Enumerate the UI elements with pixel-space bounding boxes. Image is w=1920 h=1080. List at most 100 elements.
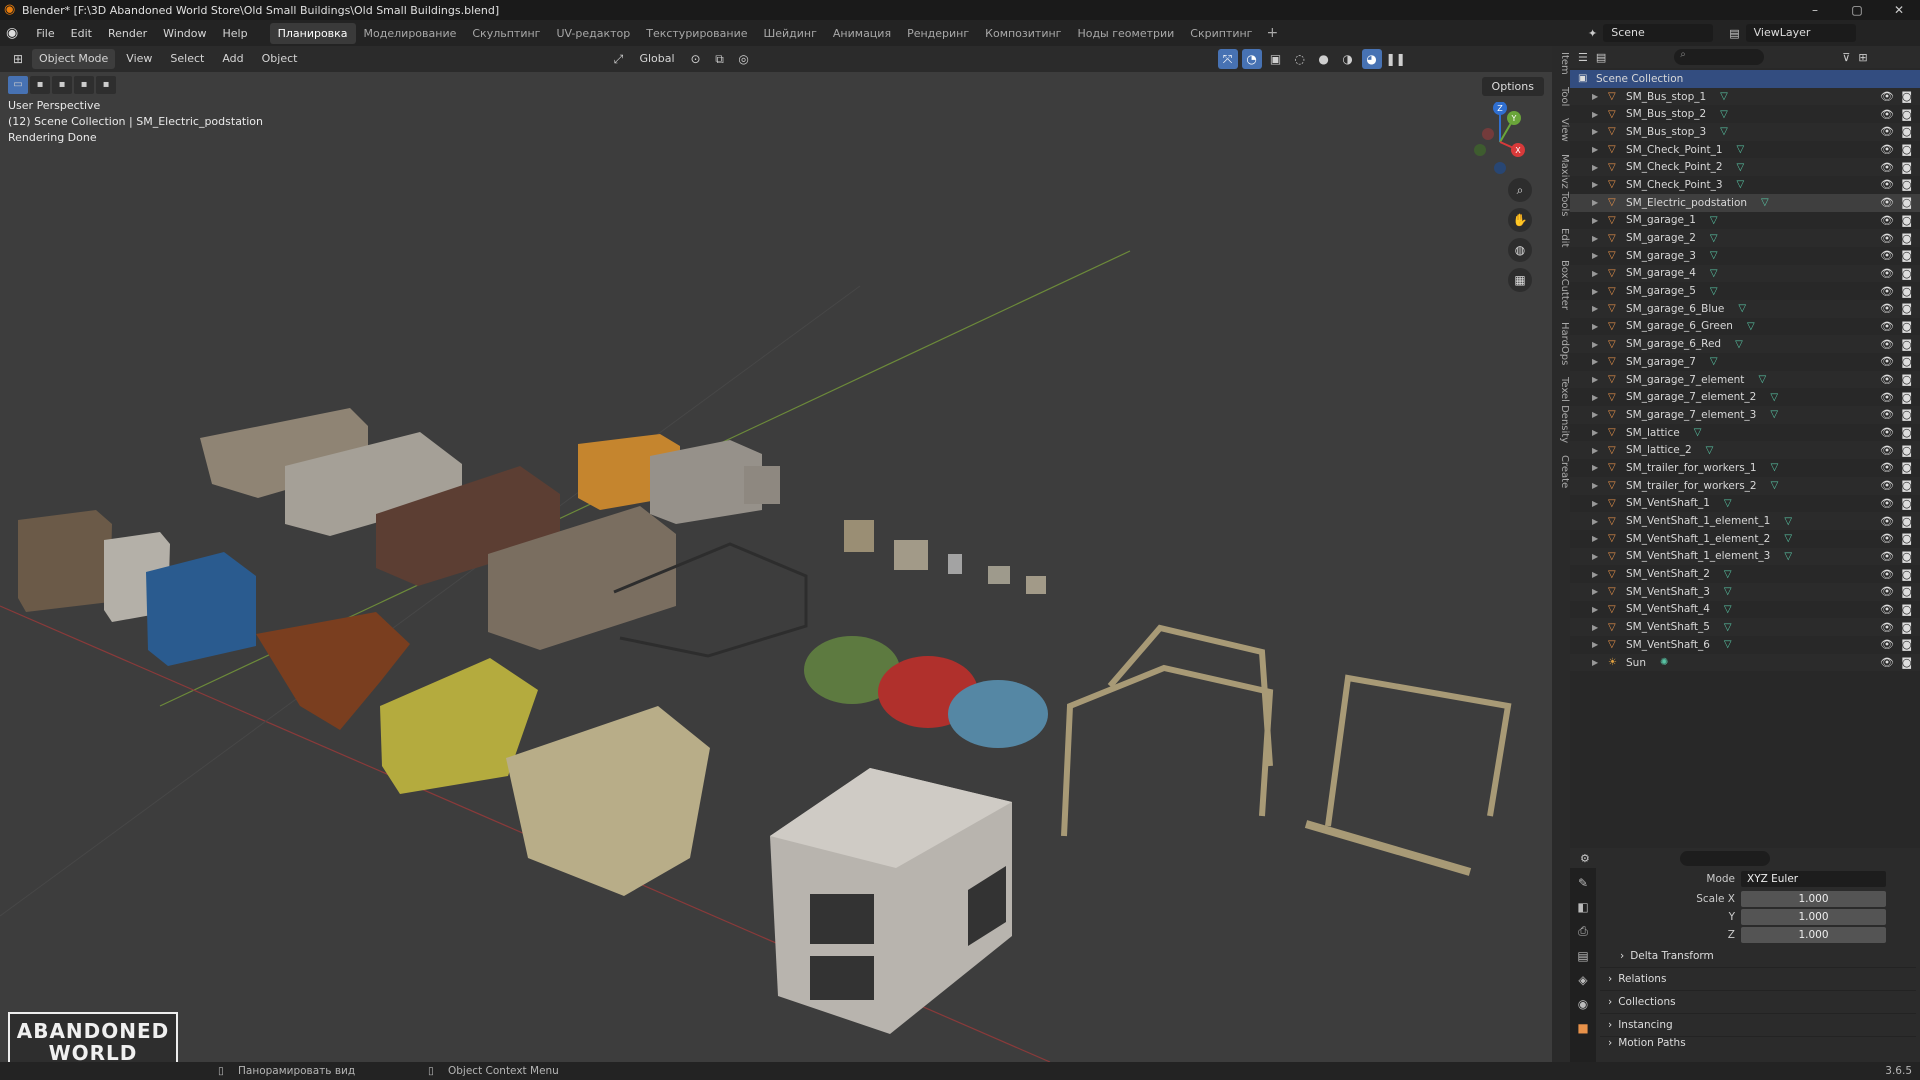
visibility-eye-icon[interactable]: 👁 [1880,302,1894,315]
mesh-data-icon[interactable]: ▽ [1784,516,1792,527]
render-camera-icon[interactable]: ◙ [1901,249,1912,262]
close-button[interactable]: ✕ [1878,0,1920,20]
tab-scripting[interactable]: Скриптинг [1182,23,1260,44]
render-camera-icon[interactable]: ◙ [1901,532,1912,545]
scene-tab-icon[interactable]: ◈ [1578,973,1587,987]
expand-arrow-icon[interactable]: ▶ [1592,340,1608,349]
render-camera-icon[interactable]: ◙ [1901,108,1912,121]
render-camera-icon[interactable]: ◙ [1901,90,1912,103]
tab-animation[interactable]: Анимация [825,23,899,44]
mesh-data-icon[interactable]: ▽ [1737,179,1745,190]
motion-paths-section[interactable]: › Motion Paths [1600,1036,1916,1048]
tab-create[interactable]: Create [1552,449,1570,494]
render-camera-icon[interactable]: ◙ [1901,161,1912,174]
render-camera-icon[interactable]: ◙ [1901,391,1912,404]
render-camera-icon[interactable]: ◙ [1901,515,1912,528]
mesh-data-icon[interactable]: ▽ [1724,604,1732,615]
render-camera-icon[interactable]: ◙ [1901,302,1912,315]
expand-arrow-icon[interactable]: ▶ [1592,499,1608,508]
outliner-item[interactable]: ▶ ▽ SM_Bus_stop_1 ▽ 👁 ◙ [1570,87,1920,106]
mesh-data-icon[interactable]: ▽ [1737,144,1745,155]
add-workspace-button[interactable]: + [1260,25,1284,41]
mesh-data-icon[interactable]: ▽ [1724,569,1732,580]
outliner-item[interactable]: ▶ ▽ SM_garage_7 ▽ 👁 ◙ [1570,353,1920,371]
expand-arrow-icon[interactable]: ▶ [1592,393,1608,402]
render-camera-icon[interactable]: ◙ [1901,408,1912,421]
pan-hand-icon[interactable]: ✋ [1508,208,1532,232]
mesh-data-icon[interactable]: ▽ [1710,268,1718,279]
visibility-eye-icon[interactable]: 👁 [1880,161,1894,174]
expand-arrow-icon[interactable]: ▶ [1592,446,1608,455]
expand-arrow-icon[interactable]: ▶ [1592,180,1608,189]
relations-section[interactable]: › Relations [1600,967,1916,990]
outliner-item[interactable]: ▶ ▽ SM_Bus_stop_3 ▽ 👁 ◙ [1570,123,1920,141]
visibility-eye-icon[interactable]: 👁 [1880,568,1894,581]
outliner-item[interactable]: ▶ ▽ SM_garage_7_element_2 ▽ 👁 ◙ [1570,388,1920,406]
mesh-data-icon[interactable]: ▽ [1784,533,1792,544]
tab-compositing[interactable]: Композитинг [977,23,1069,44]
mesh-data-icon[interactable]: ▽ [1710,233,1718,244]
mesh-data-icon[interactable]: ▽ [1724,586,1732,597]
menu-edit[interactable]: Edit [63,27,100,40]
object-tab-icon[interactable]: ■ [1577,1021,1588,1035]
visibility-eye-icon[interactable]: 👁 [1880,285,1894,298]
visibility-eye-icon[interactable]: 👁 [1880,108,1894,121]
render-tab-icon[interactable]: ◧ [1577,900,1588,914]
mesh-data-icon[interactable]: ▽ [1724,639,1732,650]
delta-transform-section[interactable]: › Delta Transform [1600,944,1916,967]
mesh-data-icon[interactable]: ▽ [1758,374,1766,385]
render-camera-icon[interactable]: ◙ [1901,214,1912,227]
outliner-item[interactable]: ▶ ▽ SM_garage_7_element_3 ▽ 👁 ◙ [1570,406,1920,424]
visibility-eye-icon[interactable]: 👁 [1880,320,1894,333]
render-camera-icon[interactable]: ◙ [1901,355,1912,368]
mesh-data-icon[interactable]: ▽ [1747,321,1755,332]
render-camera-icon[interactable]: ◙ [1901,621,1912,634]
scale-y-field[interactable]: 1.000 [1741,909,1886,925]
visibility-eye-icon[interactable]: 👁 [1880,214,1894,227]
tab-texture-paint[interactable]: Текстурирование [638,23,755,44]
output-tab-icon[interactable]: ⎙ [1578,924,1588,939]
expand-arrow-icon[interactable]: ▶ [1592,110,1608,119]
properties-search-input[interactable] [1679,850,1770,866]
outliner-item[interactable]: ▶ ▽ SM_Check_Point_2 ▽ 👁 ◙ [1570,158,1920,177]
visibility-eye-icon[interactable]: 👁 [1880,497,1894,510]
render-camera-icon[interactable]: ◙ [1901,426,1912,439]
expand-arrow-icon[interactable]: ▶ [1592,234,1608,243]
mesh-data-icon[interactable]: ▽ [1735,339,1743,350]
expand-arrow-icon[interactable]: ▶ [1592,481,1608,490]
menu-window[interactable]: Window [155,27,214,40]
render-camera-icon[interactable]: ◙ [1901,125,1912,138]
outliner-item[interactable]: ▶ ▽ SM_lattice_2 ▽ 👁 ◙ [1570,441,1920,460]
tab-uv-editing[interactable]: UV-редактор [548,23,638,44]
visibility-eye-icon[interactable]: 👁 [1880,550,1894,563]
expand-arrow-icon[interactable]: ▶ [1592,605,1608,614]
visibility-eye-icon[interactable]: 👁 [1880,249,1894,262]
render-camera-icon[interactable]: ◙ [1901,196,1912,209]
tab-shading[interactable]: Шейдинг [756,23,825,44]
mesh-data-icon[interactable]: ▽ [1784,551,1792,562]
render-camera-icon[interactable]: ◙ [1901,656,1912,669]
render-camera-icon[interactable]: ◙ [1901,461,1912,474]
visibility-eye-icon[interactable]: 👁 [1880,461,1894,474]
outliner-item[interactable]: ▶ ▽ SM_VentShaft_1_element_2 ▽ 👁 ◙ [1570,530,1920,548]
outliner-item[interactable]: ▶ ▽ SM_trailer_for_workers_1 ▽ 👁 ◙ [1570,459,1920,477]
visibility-eye-icon[interactable]: 👁 [1880,373,1894,386]
rotation-mode-select[interactable]: XYZ Euler [1741,871,1886,887]
outliner-item[interactable]: ▶ ▽ SM_garage_6_Green ▽ 👁 ◙ [1570,318,1920,336]
menu-file[interactable]: File [28,27,62,40]
menu-render[interactable]: Render [100,27,155,40]
tab-geometry-nodes[interactable]: Ноды геометрии [1069,23,1182,44]
visibility-eye-icon[interactable]: 👁 [1880,621,1894,634]
mesh-data-icon[interactable]: ▽ [1724,622,1732,633]
expand-arrow-icon[interactable]: ▶ [1592,287,1608,296]
outliner-item[interactable]: ▶ ▽ SM_VentShaft_6 ▽ 👁 ◙ [1570,636,1920,654]
expand-arrow-icon[interactable]: ▶ [1592,410,1608,419]
mesh-data-icon[interactable]: ▽ [1771,462,1779,473]
expand-arrow-icon[interactable]: ▶ [1592,570,1608,579]
render-camera-icon[interactable]: ◙ [1901,143,1912,156]
mesh-data-icon[interactable]: ▽ [1720,109,1728,120]
expand-arrow-icon[interactable]: ▶ [1592,251,1608,260]
visibility-eye-icon[interactable]: 👁 [1880,178,1894,191]
render-camera-icon[interactable]: ◙ [1901,550,1912,563]
tab-layout[interactable]: Планировка [269,22,356,44]
